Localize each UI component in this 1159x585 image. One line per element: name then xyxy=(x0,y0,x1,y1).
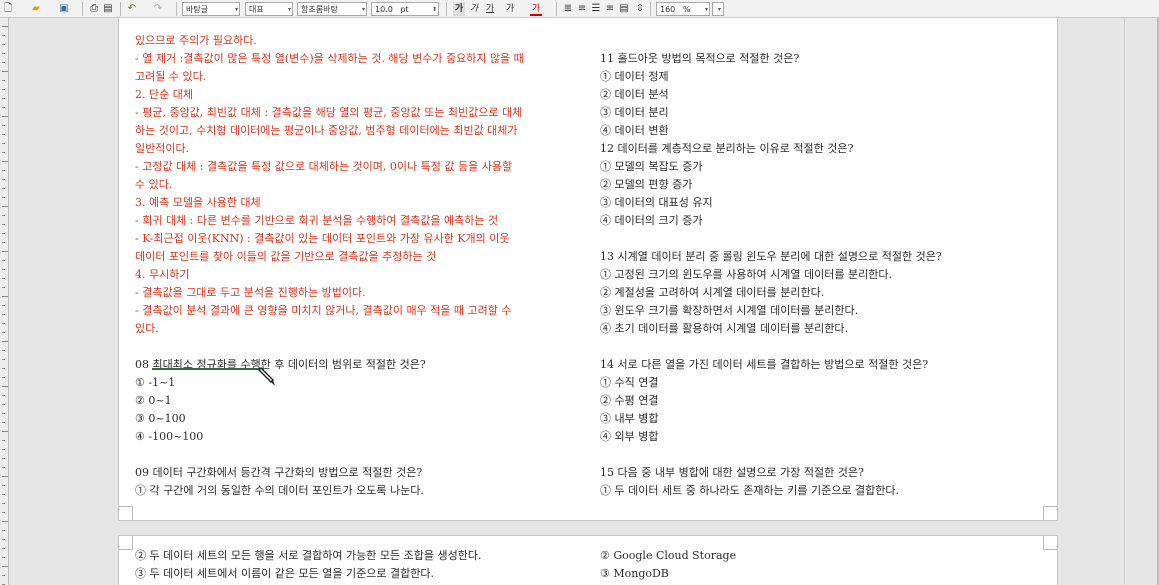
left-column-line: 고려될 수 있다. xyxy=(135,70,207,83)
line-spacing-icon[interactable]: ⇳ xyxy=(634,2,646,16)
page2-right-line: ② Google Cloud Storage xyxy=(600,549,737,562)
open-folder-icon[interactable]: ▰ xyxy=(30,2,42,16)
right-column-line: 11 홀드아웃 방법의 목적으로 적절한 것은? xyxy=(600,52,800,65)
underline-button[interactable]: 가 xyxy=(484,2,496,16)
align-justify-icon[interactable]: ≣ xyxy=(562,2,574,16)
pen-cursor-icon xyxy=(258,367,275,386)
right-column-line: ② 모델의 편향 증가 xyxy=(600,178,693,191)
right-column-line: ③ 데이터 분리 xyxy=(600,106,669,119)
right-column-line: ④ 초기 데이터를 활용하여 시계열 데이터를 분리한다. xyxy=(600,322,848,335)
right-column-line: ③ 내부 병합 xyxy=(600,412,659,425)
left-column-line: - 평균, 중앙값, 최빈값 대체 : 결측값을 해당 열의 평균, 중앙값 또… xyxy=(135,106,523,119)
left-column-line: 08 최대최소 정규화를 수행한 후 데이터의 범위로 적절한 것은? xyxy=(135,358,426,371)
left-column-line: 수 있다. xyxy=(135,178,173,191)
page2-right-line: ③ MongoDB xyxy=(600,567,669,580)
right-column-line: 14 서로 다른 열을 가진 데이터 세트를 결합하는 방법으로 적절한 것은? xyxy=(600,358,929,371)
left-column-line: ② 0~1 xyxy=(135,394,172,407)
align-distribute-icon[interactable]: ▤ xyxy=(618,2,630,16)
left-column-line: 하는 것이고, 수치형 데이터에는 평균이나 중앙값, 범주형 데이터에는 최빈… xyxy=(135,124,518,137)
right-column-line: ④ 데이터의 크기 증가 xyxy=(600,214,703,227)
language-select[interactable]: 대표 ▾ xyxy=(245,2,293,16)
left-column-line: - K-최근접 이웃(KNN) : 결측값이 있는 데이터 포인트와 가장 유사… xyxy=(135,232,510,245)
bold-button[interactable]: 가 xyxy=(453,2,465,16)
zoom-field[interactable]: 160 % ▾ xyxy=(656,2,710,16)
page2-left-line: ② 두 데이터 세트의 모든 행을 서로 결합하여 가능한 모든 조합을 생성한… xyxy=(135,549,482,562)
right-column-line: ④ 데이터 변환 xyxy=(600,124,669,137)
left-column-line: ① 각 구간에 거의 동일한 수의 데이터 포인트가 오도록 나눈다. xyxy=(135,484,424,497)
margin-corner xyxy=(1043,536,1057,550)
left-column-line: ③ 0~100 xyxy=(135,412,186,425)
left-column-line: 있다. xyxy=(135,322,159,335)
margin-corner xyxy=(119,506,133,520)
left-column-line: 데이터 포인트를 찾아 이들의 값을 기반으로 결측값을 추정하는 것 xyxy=(135,250,437,263)
right-column-line: ② 수평 연결 xyxy=(600,394,659,407)
left-column-line: - 회귀 대체 : 다른 변수를 기반으로 회귀 분석을 수행하여 결측값을 예… xyxy=(135,214,499,227)
left-column-line: - 고정값 대체 : 결측값을 특정 값으로 대체하는 것이며, 0이나 특정 … xyxy=(135,160,513,173)
margin-corner xyxy=(1043,506,1057,520)
right-column-line: ① 고정된 크기의 윈도우를 사용하여 시계열 데이터를 분리한다. xyxy=(600,268,892,281)
right-column-line: 15 다음 중 내부 병합에 대한 설명으로 가장 적절한 것은? xyxy=(600,466,864,479)
style-select[interactable]: 바탕글 ▾ xyxy=(182,2,240,16)
left-column-line: ① -1~1 xyxy=(135,376,176,389)
right-column-line: ① 두 데이터 세트 중 하나라도 존재하는 키를 기준으로 결합한다. xyxy=(600,484,899,497)
right-column-line: ② 데이터 분석 xyxy=(600,88,669,101)
right-column-line: ③ 데이터의 대표성 유지 xyxy=(600,196,713,209)
font-color-button[interactable]: 가 xyxy=(530,2,542,16)
margin-guide xyxy=(1124,18,1125,585)
left-column-line: 3. 예측 모델을 사용한 대체 xyxy=(135,196,261,209)
page2-left-line: ③ 두 데이터 세트에서 이름이 같은 모든 열을 기준으로 결합한다. xyxy=(135,567,434,580)
zoom-dropdown-button[interactable]: ▾ xyxy=(712,2,724,16)
italic-button[interactable]: 가 xyxy=(468,2,480,16)
left-column-line: 있으므로 주의가 필요하다. xyxy=(135,34,257,47)
ink-underline xyxy=(152,368,264,370)
right-column-line: ① 모델의 복잡도 증가 xyxy=(600,160,703,173)
right-column-line: ① 수직 연결 xyxy=(600,376,659,389)
redo-icon[interactable]: ↷ xyxy=(152,2,164,16)
right-column-line: ④ 외부 병합 xyxy=(600,430,659,443)
right-column-line: ③ 윈도우 크기를 확장하면서 시계열 데이터를 분리한다. xyxy=(600,304,859,317)
undo-icon[interactable]: ↶ xyxy=(126,2,138,16)
right-column-line: ② 계절성을 고려하여 시계열 데이터를 분리한다. xyxy=(600,286,825,299)
font-size-field[interactable]: 10.0 pt ⬍ xyxy=(371,2,439,16)
print-icon[interactable]: ⎙ xyxy=(88,2,100,16)
align-center-icon[interactable]: ☰ xyxy=(590,2,602,16)
left-column-line: 4. 무시하기 xyxy=(135,268,190,281)
left-column-line: 2. 단순 대체 xyxy=(135,88,193,101)
document-page-1[interactable] xyxy=(118,18,1058,521)
left-column-line: - 열 제거 :결측값이 많은 특정 열(변수)을 삭제하는 것. 해당 변수가… xyxy=(135,52,524,65)
margin-corner xyxy=(119,536,133,550)
align-right-icon[interactable]: ≡ xyxy=(604,2,616,16)
align-left-icon[interactable]: ≡ xyxy=(576,2,588,16)
strike-button[interactable]: 가 xyxy=(504,2,516,16)
right-column-line: 13 시계열 데이터 분리 중 롤링 윈도우 분리에 대한 설명으로 적절한 것… xyxy=(600,250,942,263)
left-column-line: - 결측값이 분석 결과에 큰 영향을 미치지 않거나, 결측값이 매우 적을 … xyxy=(135,304,512,317)
left-column-line: 09 데이터 구간화에서 등간격 구간화의 방법으로 적절한 것은? xyxy=(135,466,423,479)
preview-icon[interactable]: ▤ xyxy=(102,2,114,16)
right-column-line: ① 데이터 정제 xyxy=(600,70,669,83)
font-select[interactable]: 함초롬바탕 ▾ xyxy=(297,2,367,16)
new-doc-icon[interactable]: 🗋 xyxy=(2,2,14,16)
left-column-line: ④ -100~100 xyxy=(135,430,204,443)
vertical-ruler xyxy=(0,18,9,585)
right-column-line: 12 데이터를 계층적으로 분리하는 이유로 적절한 것은? xyxy=(600,142,854,155)
left-column-line: - 결측값을 그대로 두고 분석을 진행하는 방법이다. xyxy=(135,286,366,299)
left-column-line: 일반적이다. xyxy=(135,142,190,155)
toolbar: 🗋 ▰ ▣ ⎙ ▤ ↶ ↷ 바탕글 ▾ 대표 ▾ 함초롬바탕 ▾ 10.0 pt ⬍ 가… xyxy=(0,0,1159,18)
save-icon[interactable]: ▣ xyxy=(58,2,70,16)
